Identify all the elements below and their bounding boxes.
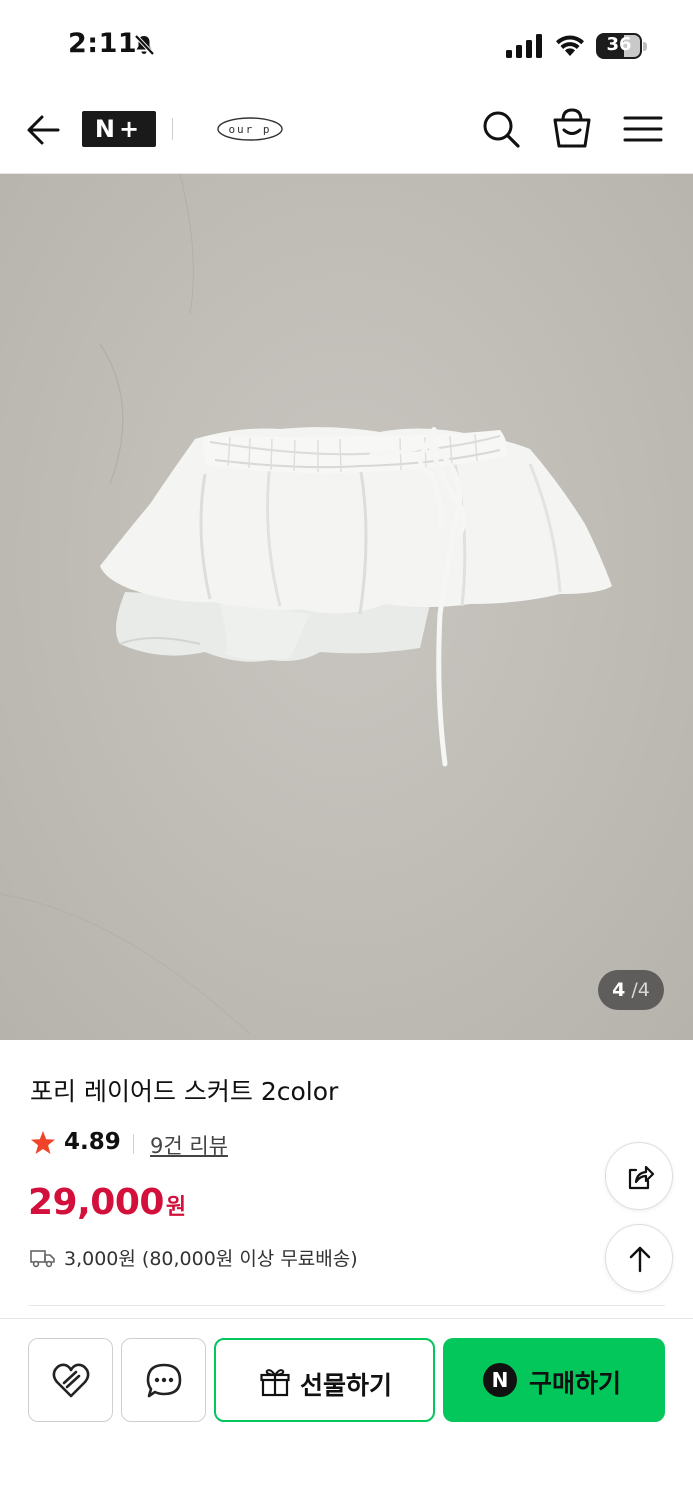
store-brand-logo-text: our p — [228, 123, 271, 136]
gift-button[interactable]: 선물하기 — [214, 1338, 435, 1422]
image-counter-current: 4 — [612, 979, 626, 1001]
shopping-bag-icon[interactable] — [551, 106, 593, 150]
buy-button-label: 구매하기 — [529, 1369, 622, 1398]
product-photo-skirt — [0, 174, 612, 1035]
talktalk-chat-button[interactable] — [121, 1338, 206, 1422]
buy-button[interactable]: N 구매하기 — [443, 1338, 665, 1422]
section-divider — [28, 1305, 665, 1306]
price-value: 29,000 — [28, 1182, 164, 1223]
gift-icon — [260, 1369, 290, 1397]
price-unit: 원 — [165, 1195, 187, 1220]
cellular-signal-icon — [506, 34, 542, 58]
share-icon — [628, 1165, 655, 1190]
price: 29,000원 — [28, 1182, 328, 1230]
rating-row: 4.89 9건 리뷰 — [30, 1128, 430, 1162]
star-icon — [31, 1131, 55, 1154]
top-navigation-bar: N+ our p — [0, 90, 693, 174]
gift-button-label: 선물하기 — [300, 1371, 393, 1400]
search-icon[interactable] — [480, 108, 522, 150]
back-arrow-icon[interactable] — [24, 110, 64, 150]
bell-muted-icon — [134, 34, 155, 56]
naver-plus-store-logo[interactable]: N+ — [82, 111, 156, 147]
shipping-text: 3,000원 (80,000원 이상 무료배송) — [64, 1248, 358, 1270]
wishlist-button[interactable] — [28, 1338, 113, 1422]
battery-indicator: 36 — [596, 33, 648, 59]
review-count-link[interactable]: 9건 리뷰 — [150, 1130, 228, 1160]
heart-icon — [52, 1363, 90, 1398]
scroll-to-top-button[interactable] — [605, 1224, 673, 1292]
shipping-info: 3,000원 (80,000원 이상 무료배송) — [30, 1244, 530, 1274]
rating-value: 4.89 — [64, 1129, 121, 1155]
status-time: 2:11 — [68, 28, 138, 59]
product-image-gallery[interactable]: 4 /4 — [0, 174, 693, 1040]
bottom-action-bar: 선물하기 N 구매하기 — [0, 1318, 693, 1500]
arrow-up-icon — [629, 1246, 651, 1273]
rating-divider — [133, 1134, 134, 1154]
store-brand-logo[interactable]: our p — [216, 115, 284, 143]
battery-level: 36 — [606, 34, 632, 55]
chat-bubble-icon — [146, 1363, 182, 1398]
header-divider — [172, 118, 173, 140]
wifi-icon — [556, 35, 584, 56]
product-title: 포리 레이어드 스커트 2color — [30, 1077, 339, 1106]
status-bar: 2:11 36 — [0, 0, 693, 90]
image-counter-total: 4 — [637, 979, 650, 1001]
naver-pay-n-icon: N — [483, 1363, 517, 1397]
hamburger-menu-icon[interactable] — [622, 110, 664, 148]
truck-icon — [30, 1250, 55, 1268]
image-counter: 4 /4 — [598, 970, 664, 1010]
share-button[interactable] — [605, 1142, 673, 1210]
